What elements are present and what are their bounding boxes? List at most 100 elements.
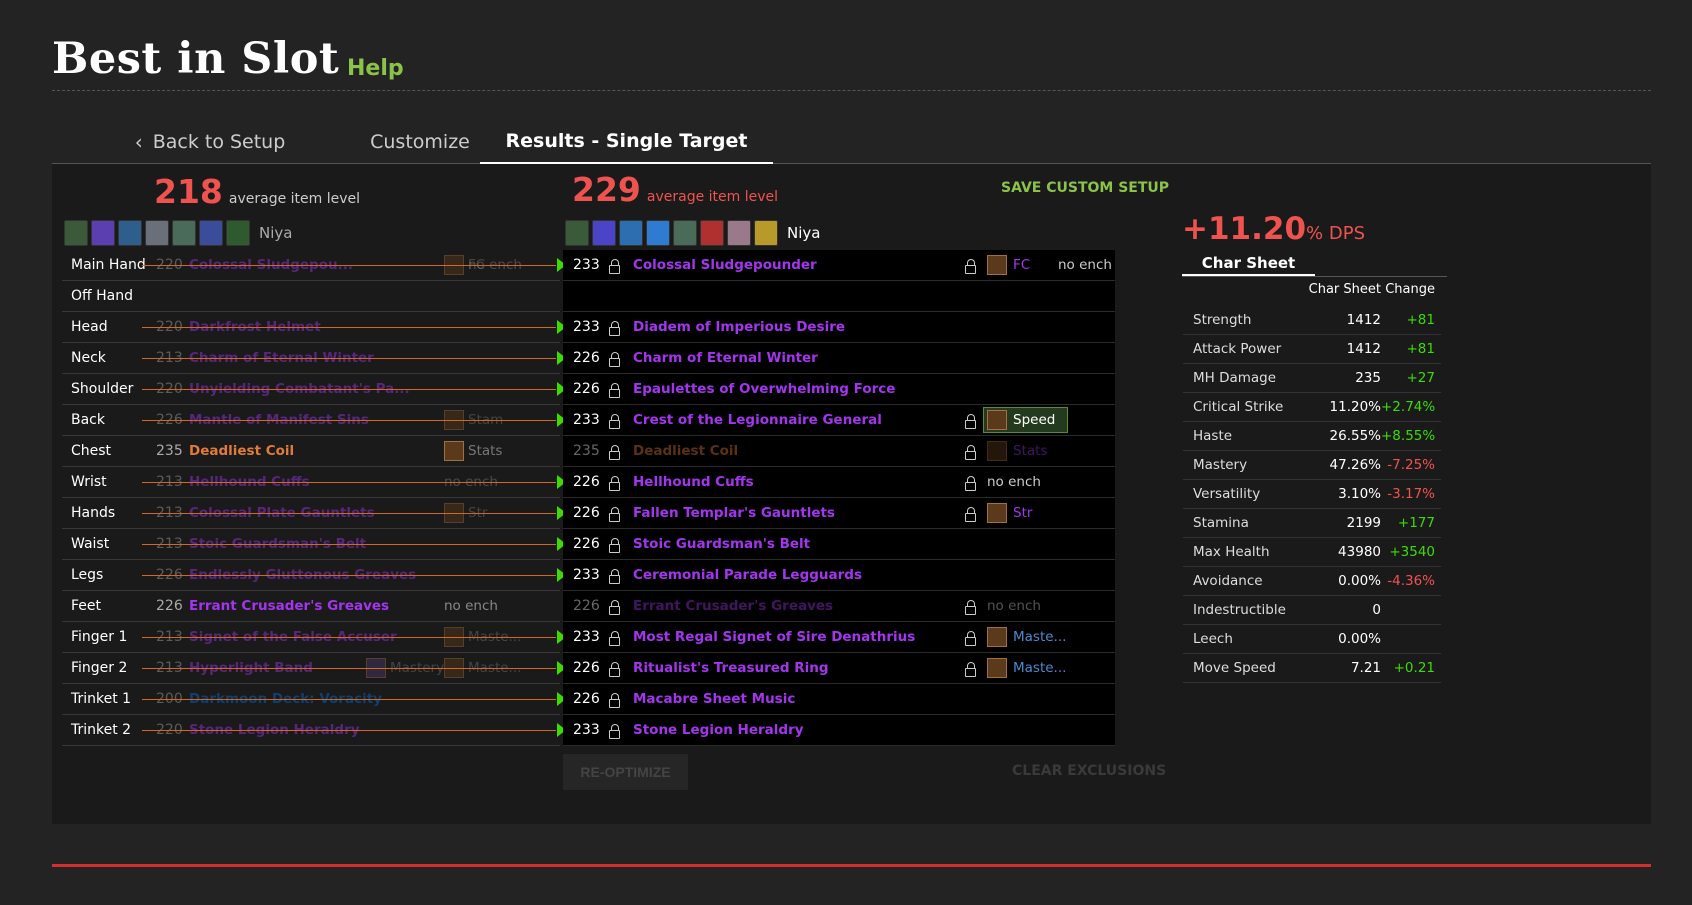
optimized-gear-row[interactable]: 226 Ritualist's Treasured Ring Maste...: [563, 653, 1115, 684]
item-name: Errant Crusader's Greaves: [189, 598, 390, 614]
lock-icon[interactable]: [609, 538, 620, 553]
item-level: 235: [573, 443, 600, 459]
item-level: 233: [573, 629, 600, 645]
stat-row: Versatility 3.10% -3.17%: [1183, 480, 1441, 509]
optimized-gear-row[interactable]: 226 Errant Crusader's Greaves no ench: [563, 591, 1115, 622]
slot-label: Finger 1: [71, 629, 128, 645]
lock-icon[interactable]: [965, 259, 976, 274]
lock-icon[interactable]: [609, 724, 620, 739]
tab-back-to-setup[interactable]: ‹ Back to Setup: [100, 120, 320, 164]
current-gear-row[interactable]: Head 220 Darkfrost Helmet: [62, 312, 566, 343]
tab-char-sheet[interactable]: Char Sheet: [1182, 252, 1315, 276]
lock-icon[interactable]: [609, 383, 620, 398]
lock-icon[interactable]: [609, 476, 620, 491]
talent-icon: [91, 220, 115, 246]
lock-icon[interactable]: [965, 476, 976, 491]
enchant[interactable]: FC: [987, 255, 1030, 275]
current-avg-ilvl: 218 average item level: [154, 172, 360, 211]
lock-icon[interactable]: [609, 600, 620, 615]
optimized-gear-row[interactable]: 233 Stone Legion Heraldry: [563, 715, 1115, 746]
talent-icon: [700, 220, 724, 246]
lock-icon[interactable]: [965, 631, 976, 646]
item-level: 233: [573, 722, 600, 738]
stat-row: MH Damage 235 +27: [1183, 364, 1441, 393]
strikethrough: [142, 637, 556, 638]
lock-icon[interactable]: [609, 507, 620, 522]
reoptimize-button[interactable]: RE-OPTIMIZE: [563, 754, 688, 790]
lock-icon[interactable]: [609, 662, 620, 677]
talent-icon: [565, 220, 589, 246]
current-gear-row[interactable]: Trinket 1 200 Darkmoon Deck: Voracity: [62, 684, 566, 715]
enchant[interactable]: Str: [987, 503, 1032, 523]
current-gear-row[interactable]: Main Hand 220 Colossal Sludgepou... FC no en…: [62, 250, 566, 281]
slot-label: Shoulder: [71, 381, 134, 397]
current-gear-row[interactable]: Off Hand: [62, 281, 560, 312]
lock-icon[interactable]: [965, 600, 976, 615]
optimized-gear-row[interactable]: 233 Diadem of Imperious Desire: [563, 312, 1115, 343]
current-gear-row[interactable]: Feet 226 Errant Crusader's Greaves no ench: [62, 591, 560, 622]
enchant-icon: [987, 658, 1007, 678]
lock-icon[interactable]: [609, 414, 620, 429]
strikethrough: [142, 668, 556, 669]
enchant[interactable]: Speed: [983, 407, 1069, 433]
optimized-gear-row[interactable]: [563, 281, 1115, 312]
avg-ilvl-value: 229: [572, 170, 641, 209]
item-level: 226: [573, 691, 600, 707]
current-gear-row[interactable]: Wrist 213 Hellhound Cuffs no ench: [62, 467, 566, 498]
lock-icon[interactable]: [609, 259, 620, 274]
enchant[interactable]: Maste...: [987, 658, 1066, 678]
current-gear-row[interactable]: Chest 235 Deadliest Coil Stats: [62, 436, 560, 467]
optimized-gear-row[interactable]: 226 Stoic Guardsman's Belt: [563, 529, 1115, 560]
help-link[interactable]: Help: [347, 56, 404, 81]
stat-change: +177: [1397, 515, 1435, 531]
lock-icon[interactable]: [965, 507, 976, 522]
current-gear-row[interactable]: Shoulder 220 Unyielding Combatant's Pa...: [62, 374, 566, 405]
lock-icon[interactable]: [965, 414, 976, 429]
lock-icon[interactable]: [965, 662, 976, 677]
optimized-gear-row[interactable]: 226 Fallen Templar's Gauntlets Str: [563, 498, 1115, 529]
optimized-gear-row[interactable]: 233 Most Regal Signet of Sire Denathrius M…: [563, 622, 1115, 653]
talent-icon: [619, 220, 643, 246]
optimized-gear-row[interactable]: 233 Ceremonial Parade Legguards: [563, 560, 1115, 591]
current-gear-row[interactable]: Waist 213 Stoic Guardsman's Belt: [62, 529, 566, 560]
tab-results-single-target[interactable]: Results - Single Target: [480, 120, 773, 164]
current-gear-row[interactable]: Legs 226 Endlessly Gluttonous Greaves: [62, 560, 566, 591]
stat-row: Leech 0.00%: [1183, 625, 1441, 654]
optimized-gear-row[interactable]: 233 Crest of the Legionnaire General Speed: [563, 405, 1115, 436]
stat-row: Critical Strike 11.20% +2.74%: [1183, 393, 1441, 422]
enchant[interactable]: Maste...: [987, 627, 1066, 647]
item-name: Deadliest Coil: [633, 443, 739, 459]
current-gear-row[interactable]: Finger 1 213 Signet of the False Accuser Ma…: [62, 622, 566, 653]
clear-exclusions-button[interactable]: CLEAR EXCLUSIONS: [1012, 763, 1166, 779]
enchant-label: Maste...: [1013, 629, 1067, 645]
current-gear-row[interactable]: Trinket 2 220 Stone Legion Heraldry: [62, 715, 566, 746]
current-gear-row[interactable]: Back 226 Mantle of Manifest Sins Stam: [62, 405, 566, 436]
item-name: Colossal Sludgepounder: [633, 257, 817, 273]
lock-icon[interactable]: [609, 445, 620, 460]
item-name: Crest of the Legionnaire General: [633, 412, 882, 428]
lock-icon[interactable]: [965, 445, 976, 460]
lock-icon[interactable]: [609, 321, 620, 336]
optimized-gear-row[interactable]: 226 Charm of Eternal Winter: [563, 343, 1115, 374]
item-level: 226: [573, 474, 600, 490]
item-level: 233: [573, 412, 600, 428]
optimized-gear-row[interactable]: 226 Epaulettes of Overwhelming Force: [563, 374, 1115, 405]
item-level: 226: [573, 536, 600, 552]
current-gear-row[interactable]: Hands 213 Colossal Plate Gauntlets Str: [62, 498, 566, 529]
current-gear-row[interactable]: Finger 2 213 Hyperlight Band Maste... Master…: [62, 653, 566, 684]
enchant[interactable]: Stats: [987, 441, 1047, 461]
optimized-gear-row[interactable]: 226 Hellhound Cuffs no ench: [563, 467, 1115, 498]
optimized-gear-row[interactable]: 226 Macabre Sheet Music: [563, 684, 1115, 715]
lock-icon[interactable]: [609, 569, 620, 584]
optimized-avg-ilvl: 229 average item level: [572, 170, 778, 209]
lock-icon[interactable]: [609, 352, 620, 367]
optimized-gear-row[interactable]: 235 Deadliest Coil Stats: [563, 436, 1115, 467]
save-custom-setup-button[interactable]: SAVE CUSTOM SETUP: [1001, 180, 1169, 196]
lock-icon[interactable]: [609, 693, 620, 708]
page-title: Best in Slot: [52, 34, 340, 84]
optimized-gear-row[interactable]: 233 Colossal Sludgepounder FC no ench: [563, 250, 1115, 281]
stat-change: +3540: [1389, 544, 1435, 560]
current-gear-row[interactable]: Neck 213 Charm of Eternal Winter: [62, 343, 566, 374]
lock-icon[interactable]: [609, 631, 620, 646]
item-level: 233: [573, 257, 600, 273]
